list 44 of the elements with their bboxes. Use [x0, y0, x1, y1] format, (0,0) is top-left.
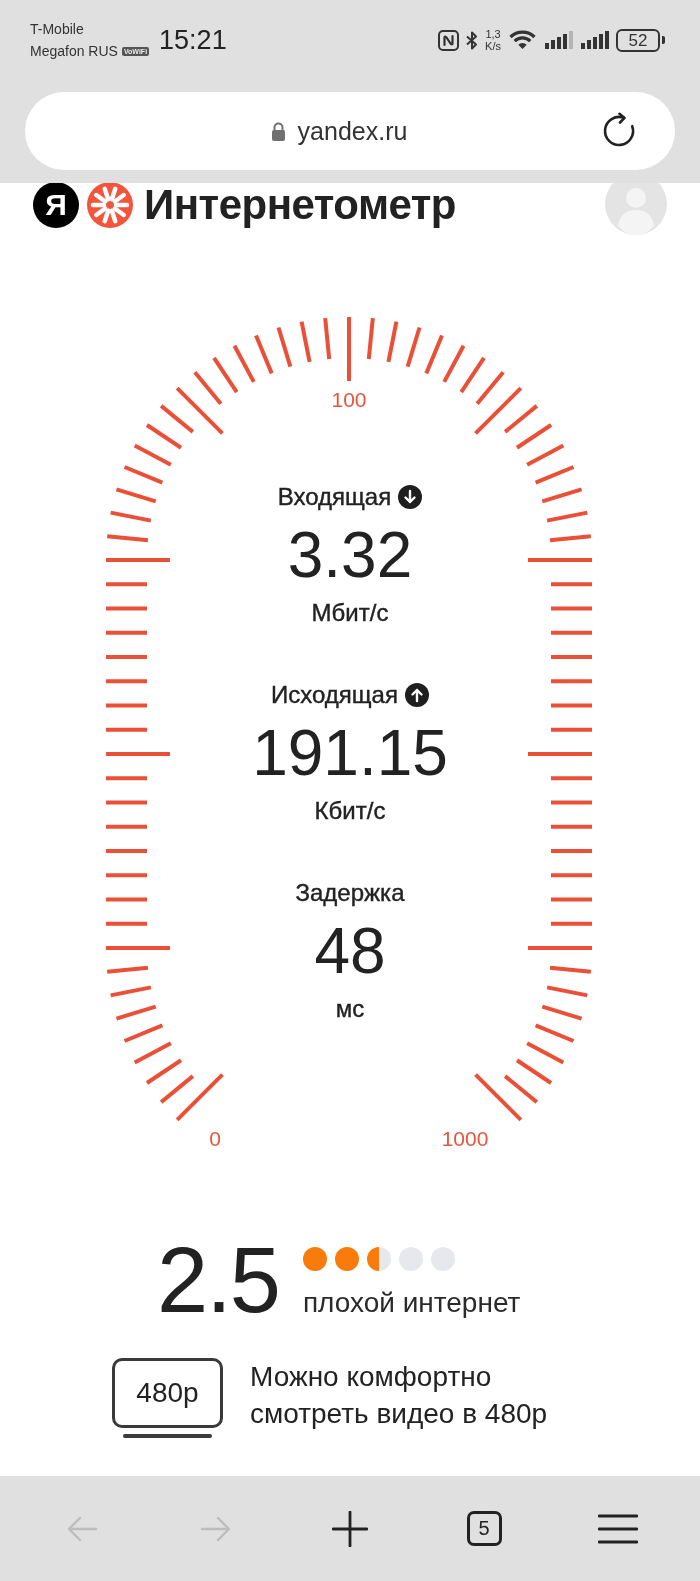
carrier-name: Megafon RUS: [30, 42, 118, 61]
signal-icon: [580, 29, 610, 51]
metric-value: 191.15: [252, 721, 448, 785]
rating-score: 2.5: [157, 1234, 279, 1326]
back-arrow-icon: [66, 1514, 98, 1543]
scale-label: 1000: [441, 1126, 489, 1150]
lock-icon: [270, 120, 286, 142]
scale-label: 0: [209, 1126, 221, 1150]
menu-button[interactable]: [598, 1513, 638, 1544]
rating-dot-icon: [334, 1247, 359, 1271]
new-tab-button[interactable]: [332, 1510, 368, 1547]
metric-unit: Мбит/с: [311, 601, 389, 625]
sunburst-logo-icon: [87, 182, 133, 228]
clock-time: 15:21: [159, 26, 227, 54]
signal-icon: [544, 29, 574, 51]
metric-value: 3.32: [287, 523, 413, 587]
metric-value: 48: [314, 919, 386, 983]
yandex-logo: Я: [33, 182, 79, 228]
plus-icon: [332, 1510, 368, 1547]
metric-unit: мс: [335, 997, 365, 1021]
tabs-button[interactable]: 5: [466, 1511, 502, 1546]
menu-icon: [598, 1513, 638, 1544]
metric-label: Задержка: [295, 881, 405, 905]
scale-label: 100: [331, 387, 367, 411]
page-title: Интернетометр: [144, 184, 457, 226]
forward-arrow-icon: [200, 1514, 232, 1543]
rating-dot-icon: [366, 1247, 391, 1271]
rating-verdict: плохой интернет: [302, 1287, 521, 1319]
network-speed-unit: K/s: [485, 40, 501, 52]
nfc-icon: [438, 29, 460, 51]
wifi-icon: [507, 29, 538, 51]
rating-dot-icon: [398, 1247, 423, 1271]
metric-unit: Кбит/с: [314, 799, 386, 823]
video-quality-text: Можно комфортно смотреть видео в 480p: [250, 1360, 549, 1431]
rating-dot-icon: [302, 1247, 327, 1271]
metric-label: Входящая: [277, 485, 392, 509]
carrier-name: T-Mobile: [30, 20, 84, 39]
metric-label: Исходящая: [271, 683, 398, 707]
battery-indicator: 52: [616, 28, 665, 52]
rating-dot-icon: [430, 1247, 455, 1271]
url-text: yandex.ru: [297, 116, 408, 146]
network-speed-value: 1,3: [485, 28, 501, 40]
address-bar[interactable]: yandex.ru: [25, 92, 675, 170]
bluetooth-icon: [465, 29, 480, 51]
